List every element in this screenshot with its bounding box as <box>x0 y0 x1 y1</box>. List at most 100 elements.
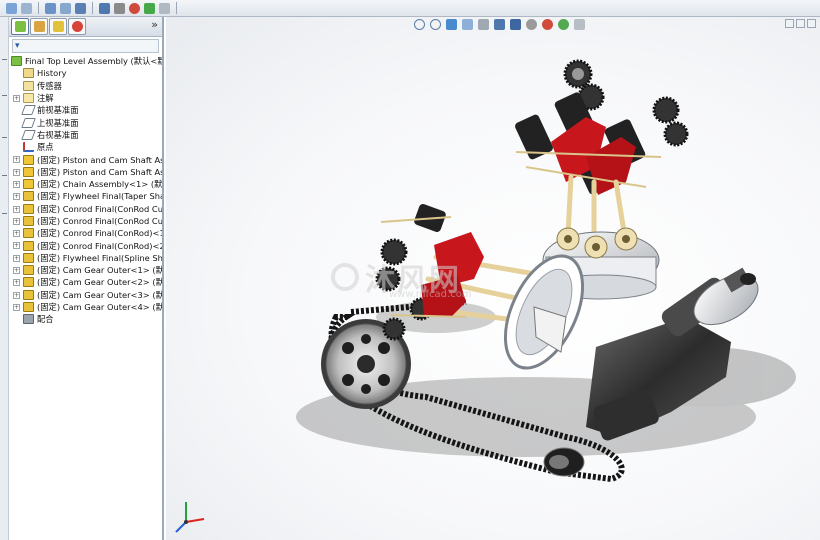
tree-item-label: (固定) Cam Gear Outer<2> (默认 <box>37 277 162 288</box>
expand-toggle[interactable]: + <box>13 291 20 299</box>
subassembly-icon <box>23 154 34 165</box>
expand-toggle[interactable]: + <box>13 303 20 311</box>
tree-item[interactable]: + (固定) Conrod Final(ConRod)<1 <box>9 227 162 239</box>
expand-toggle[interactable]: + <box>13 242 20 250</box>
sensor-icon <box>23 80 34 91</box>
expand-toggle[interactable]: + <box>13 94 20 102</box>
tree-item-label: 注解 <box>37 93 54 104</box>
expand-toggle[interactable]: + <box>13 180 20 188</box>
filter-icon: ▾ <box>15 41 20 51</box>
tab-configuration-manager[interactable] <box>49 18 67 35</box>
engine-model-render[interactable] <box>166 17 820 540</box>
tab-feature-manager[interactable] <box>11 18 29 35</box>
tree-item-label: 右视基准面 <box>37 129 79 140</box>
expand-toggle[interactable]: + <box>13 217 20 225</box>
command-toolbar <box>0 0 820 17</box>
tree-item[interactable]: 前视基准面 <box>9 104 162 116</box>
tabs-more-chevron[interactable]: » <box>151 18 158 31</box>
plane-icon <box>21 105 36 116</box>
part-icon <box>23 228 34 239</box>
tree-item[interactable]: + (固定) Conrod Final(ConRod)<2 <box>9 239 162 251</box>
edge-handle[interactable] <box>2 95 7 96</box>
tree-item-label: History <box>37 68 67 79</box>
part-icon <box>23 277 34 288</box>
plane-icon <box>21 129 36 140</box>
tree-filter[interactable]: ▾ <box>12 39 159 53</box>
assembly-icon <box>11 56 22 67</box>
smart-dimension-icon[interactable] <box>45 2 56 14</box>
site-watermark: 沐风网 www.mfcad.com <box>331 255 472 300</box>
options-icon[interactable] <box>21 2 32 14</box>
tree-item[interactable]: + (固定) Cam Gear Outer<4> (默认 <box>9 301 162 313</box>
evaluate-icon[interactable] <box>60 2 71 14</box>
edge-handle[interactable] <box>2 175 7 176</box>
tree-item-label: (固定) Cam Gear Outer<3> (默认 <box>37 289 162 300</box>
graphics-viewport[interactable]: 沐风网 www.mfcad.com <box>166 17 820 540</box>
tree-item-label: (固定) Cam Gear Outer<4> (默认 <box>37 302 162 313</box>
tree-item[interactable]: + (固定) Cam Gear Outer<1> (默认 <box>9 264 162 276</box>
tab-display-manager[interactable] <box>68 18 86 35</box>
part-icon <box>23 289 34 300</box>
tree-item[interactable]: 配合 <box>9 313 162 325</box>
tree-item[interactable]: + (固定) Flywheel Final(Taper Shaf <box>9 190 162 202</box>
tree-item[interactable]: History <box>9 67 162 79</box>
configuration-icon <box>52 21 64 32</box>
subassembly-icon <box>23 179 34 190</box>
expand-toggle[interactable]: + <box>13 205 20 213</box>
insert-component-icon[interactable] <box>75 2 86 14</box>
edge-handle[interactable] <box>2 59 7 60</box>
edge-handle[interactable] <box>2 137 7 138</box>
tree-item[interactable]: + (固定) Conrod Final(ConRod Cu <box>9 203 162 215</box>
tree-item[interactable]: 上视基准面 <box>9 116 162 128</box>
coordinate-triad <box>175 502 205 533</box>
tree-item-label: Final Top Level Assembly (默认<默 <box>25 56 162 67</box>
tree-item[interactable]: + (固定) Cam Gear Outer<2> (默认 <box>9 276 162 288</box>
tree-item[interactable]: + 注解 <box>9 92 162 104</box>
tree-item-label: 上视基准面 <box>37 117 79 128</box>
feature-tree: Final Top Level Assembly (默认<默 History 传感器… <box>9 55 162 326</box>
tree-item[interactable]: + (固定) Flywheel Final(Spline Shaf <box>9 252 162 264</box>
tree-item[interactable]: 传感器 <box>9 80 162 92</box>
hide-show-icon[interactable] <box>114 2 125 14</box>
watermark-logo-icon <box>331 263 359 291</box>
view-orientation-icon[interactable] <box>99 2 110 14</box>
feature-tree-icon <box>14 21 26 32</box>
tab-property-manager[interactable] <box>30 18 48 35</box>
toolbar-separator <box>92 2 93 14</box>
tree-item[interactable]: + (固定) Piston and Cam Shaft Ass <box>9 166 162 178</box>
tree-item-label: (固定) Cam Gear Outer<1> (默认 <box>37 265 162 276</box>
part-icon <box>23 252 34 263</box>
tree-item[interactable]: 右视基准面 <box>9 129 162 141</box>
expand-toggle[interactable]: + <box>13 193 20 201</box>
expand-toggle[interactable]: + <box>13 267 20 275</box>
appearance-icon[interactable] <box>129 2 140 14</box>
expand-toggle[interactable]: + <box>13 254 20 262</box>
solidworks-window: » ▾ Final Top Level Assembly (默认<默 Histor… <box>0 0 820 540</box>
tree-item-label: (固定) Conrod Final(ConRod Cu <box>37 216 162 226</box>
expand-toggle[interactable]: + <box>13 168 20 176</box>
mates-icon <box>23 314 34 325</box>
tree-item[interactable]: + (固定) Conrod Final(ConRod Cu <box>9 215 162 227</box>
tree-item[interactable]: 原点 <box>9 141 162 153</box>
part-icon <box>23 191 34 202</box>
tree-item[interactable]: + (固定) Chain Assembly<1> (默认 <box>9 178 162 190</box>
origin-icon <box>23 142 34 153</box>
tree-item[interactable]: Final Top Level Assembly (默认<默 <box>9 55 162 67</box>
tree-item[interactable]: + (固定) Cam Gear Outer<3> (默认 <box>9 289 162 301</box>
part-icon <box>23 302 34 313</box>
expand-toggle[interactable]: + <box>13 279 20 287</box>
tree-item-label: (固定) Piston and Cam Shaft Ass <box>37 166 162 177</box>
scene-icon[interactable] <box>144 2 155 14</box>
tree-item-label: (固定) Conrod Final(ConRod Cu <box>37 203 162 214</box>
watermark-url: www.mfcad.com <box>389 289 472 300</box>
feature-manager-panel: » ▾ Final Top Level Assembly (默认<默 Histor… <box>9 17 164 540</box>
edge-handle[interactable] <box>2 213 7 214</box>
expand-toggle[interactable]: + <box>13 230 20 238</box>
tree-item[interactable]: + (固定) Piston and Cam Shaft Ass <box>9 153 162 165</box>
tree-item-label: 原点 <box>37 142 54 153</box>
expand-toggle[interactable]: + <box>13 156 20 164</box>
tree-item-label: (固定) Conrod Final(ConRod)<2 <box>37 240 162 251</box>
display-style-icon[interactable] <box>159 2 170 14</box>
annotation-icon <box>23 93 34 104</box>
rebuild-icon[interactable] <box>6 2 17 14</box>
